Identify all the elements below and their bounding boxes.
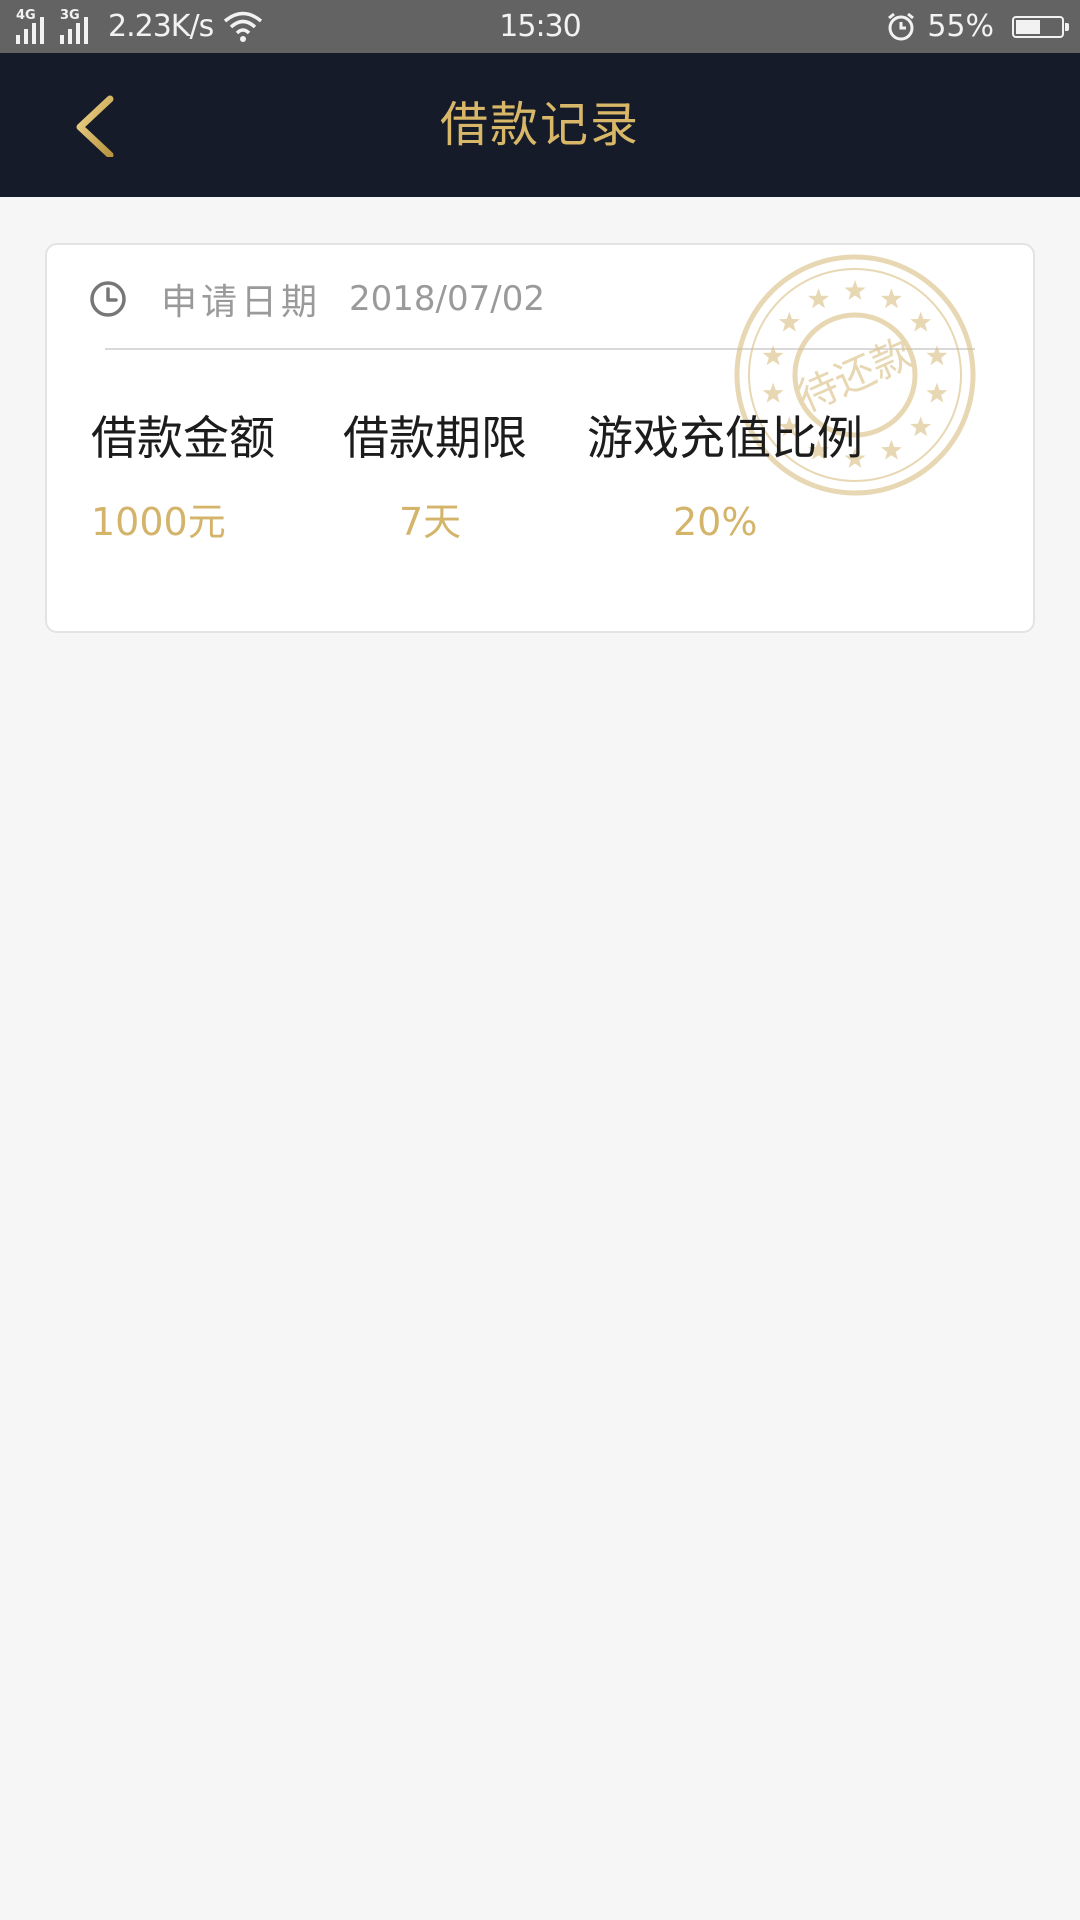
stamp-star-icon [844,280,866,300]
loan-record-card[interactable]: 待还款 申请日期 2018/07/02 借款金额 1000元 借款期限 7天 游… [45,243,1035,633]
application-date-row: 申请日期 2018/07/02 [89,270,545,328]
battery-percent: 55% [927,9,994,44]
term-value: 7天 [399,500,462,544]
status-bar: 4G 3G 2.23K/s 15:30 55% [0,0,1080,53]
ratio-label: 游戏充值比例 [587,411,863,465]
term-label: 借款期限 [343,411,527,465]
page-title: 借款记录 [439,97,640,153]
app-bar: 借款记录 [0,53,1080,197]
battery-fill [1016,19,1041,34]
stamp-star-icon [762,382,784,403]
stamp-star-icon [778,311,800,332]
alarm-icon [888,12,915,40]
date-label: 申请日期 [161,282,322,323]
date-value: 2018/07/02 [349,279,545,319]
stamp-star-icon [910,416,932,437]
amount-label: 借款金额 [91,411,275,465]
stamp-star-icon [926,345,948,366]
amount-value: 1000元 [91,500,226,544]
stamp-star-icon [910,311,932,332]
stamp-star-icon [926,382,948,403]
status-bar-right: 55% [885,0,1069,53]
stamp-label: 待还款 [791,330,919,421]
stamp-star-icon [881,288,902,309]
battery-icon [1012,15,1069,38]
ratio-value: 20% [673,500,758,544]
stamp-star-icon [808,288,829,309]
stamp-star-icon [762,345,784,366]
clock-icon [90,281,126,317]
stamp-star-icon [881,439,902,460]
